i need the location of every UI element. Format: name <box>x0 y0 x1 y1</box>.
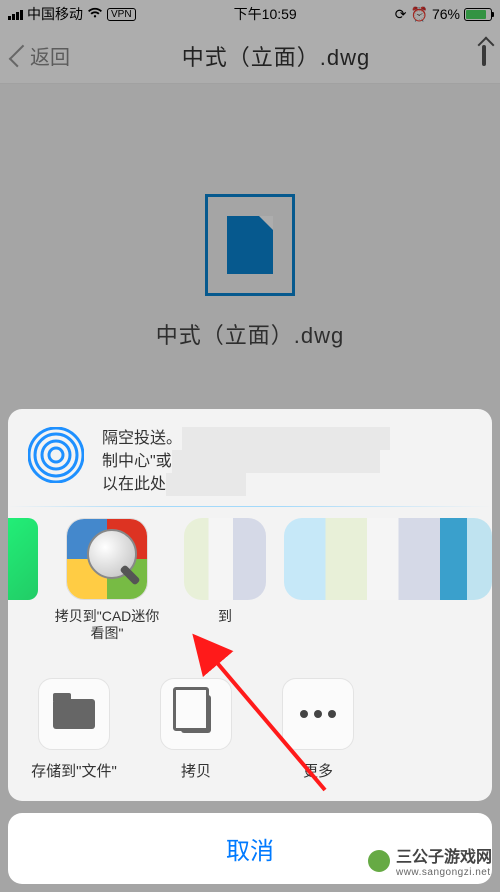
app-item-cad[interactable]: 拷贝到"CAD迷你看图" <box>48 518 166 642</box>
action-files-label: 存储到"文件" <box>31 760 117 781</box>
airdrop-line1: 隔空投送。 <box>102 430 182 447</box>
cad-viewer-icon <box>66 518 148 600</box>
airdrop-text: 隔空投送。隔空投送隔空投送隔空投送隔 制中心"或隔空投送隔空投送隔空投送隔 以在… <box>102 427 472 497</box>
app-cad-label: 拷贝到"CAD迷你看图" <box>48 608 166 642</box>
action-row: 存储到"文件" 拷贝 更多 <box>8 660 492 801</box>
app-item-obscured[interactable] <box>284 518 492 600</box>
action-copy[interactable]: 拷贝 <box>140 678 252 781</box>
app-item-prev[interactable] <box>8 518 48 600</box>
airdrop-line3: 以在此处 <box>102 476 166 493</box>
copy-icon <box>160 678 232 750</box>
action-copy-label: 拷贝 <box>181 760 211 781</box>
app-next-label: 到 <box>214 608 236 625</box>
action-save-files[interactable]: 存储到"文件" <box>18 678 130 781</box>
share-panel: 隔空投送。隔空投送隔空投送隔空投送隔 制中心"或隔空投送隔空投送隔空投送隔 以在… <box>8 409 492 801</box>
action-more-label: 更多 <box>303 760 333 781</box>
more-icon <box>282 678 354 750</box>
airdrop-line2: 制中心"或 <box>102 453 172 470</box>
airdrop-row[interactable]: 隔空投送。隔空投送隔空投送隔空投送隔 制中心"或隔空投送隔空投送隔空投送隔 以在… <box>8 409 492 507</box>
action-more[interactable]: 更多 <box>262 678 374 781</box>
folder-icon <box>38 678 110 750</box>
cancel-button[interactable]: 取消 <box>8 813 492 884</box>
app-icon-obscured-2 <box>284 518 492 600</box>
share-sheet: 隔空投送。隔空投送隔空投送隔空投送隔 制中心"或隔空投送隔空投送隔空投送隔 以在… <box>8 409 492 884</box>
app-icon-partial <box>8 518 38 600</box>
app-share-row[interactable]: 拷贝到"CAD迷你看图" 到 <box>8 506 492 660</box>
app-icon-obscured <box>184 518 266 600</box>
airdrop-icon <box>28 427 84 483</box>
cancel-label: 取消 <box>226 838 274 865</box>
app-item-next[interactable]: 到 <box>166 518 284 625</box>
